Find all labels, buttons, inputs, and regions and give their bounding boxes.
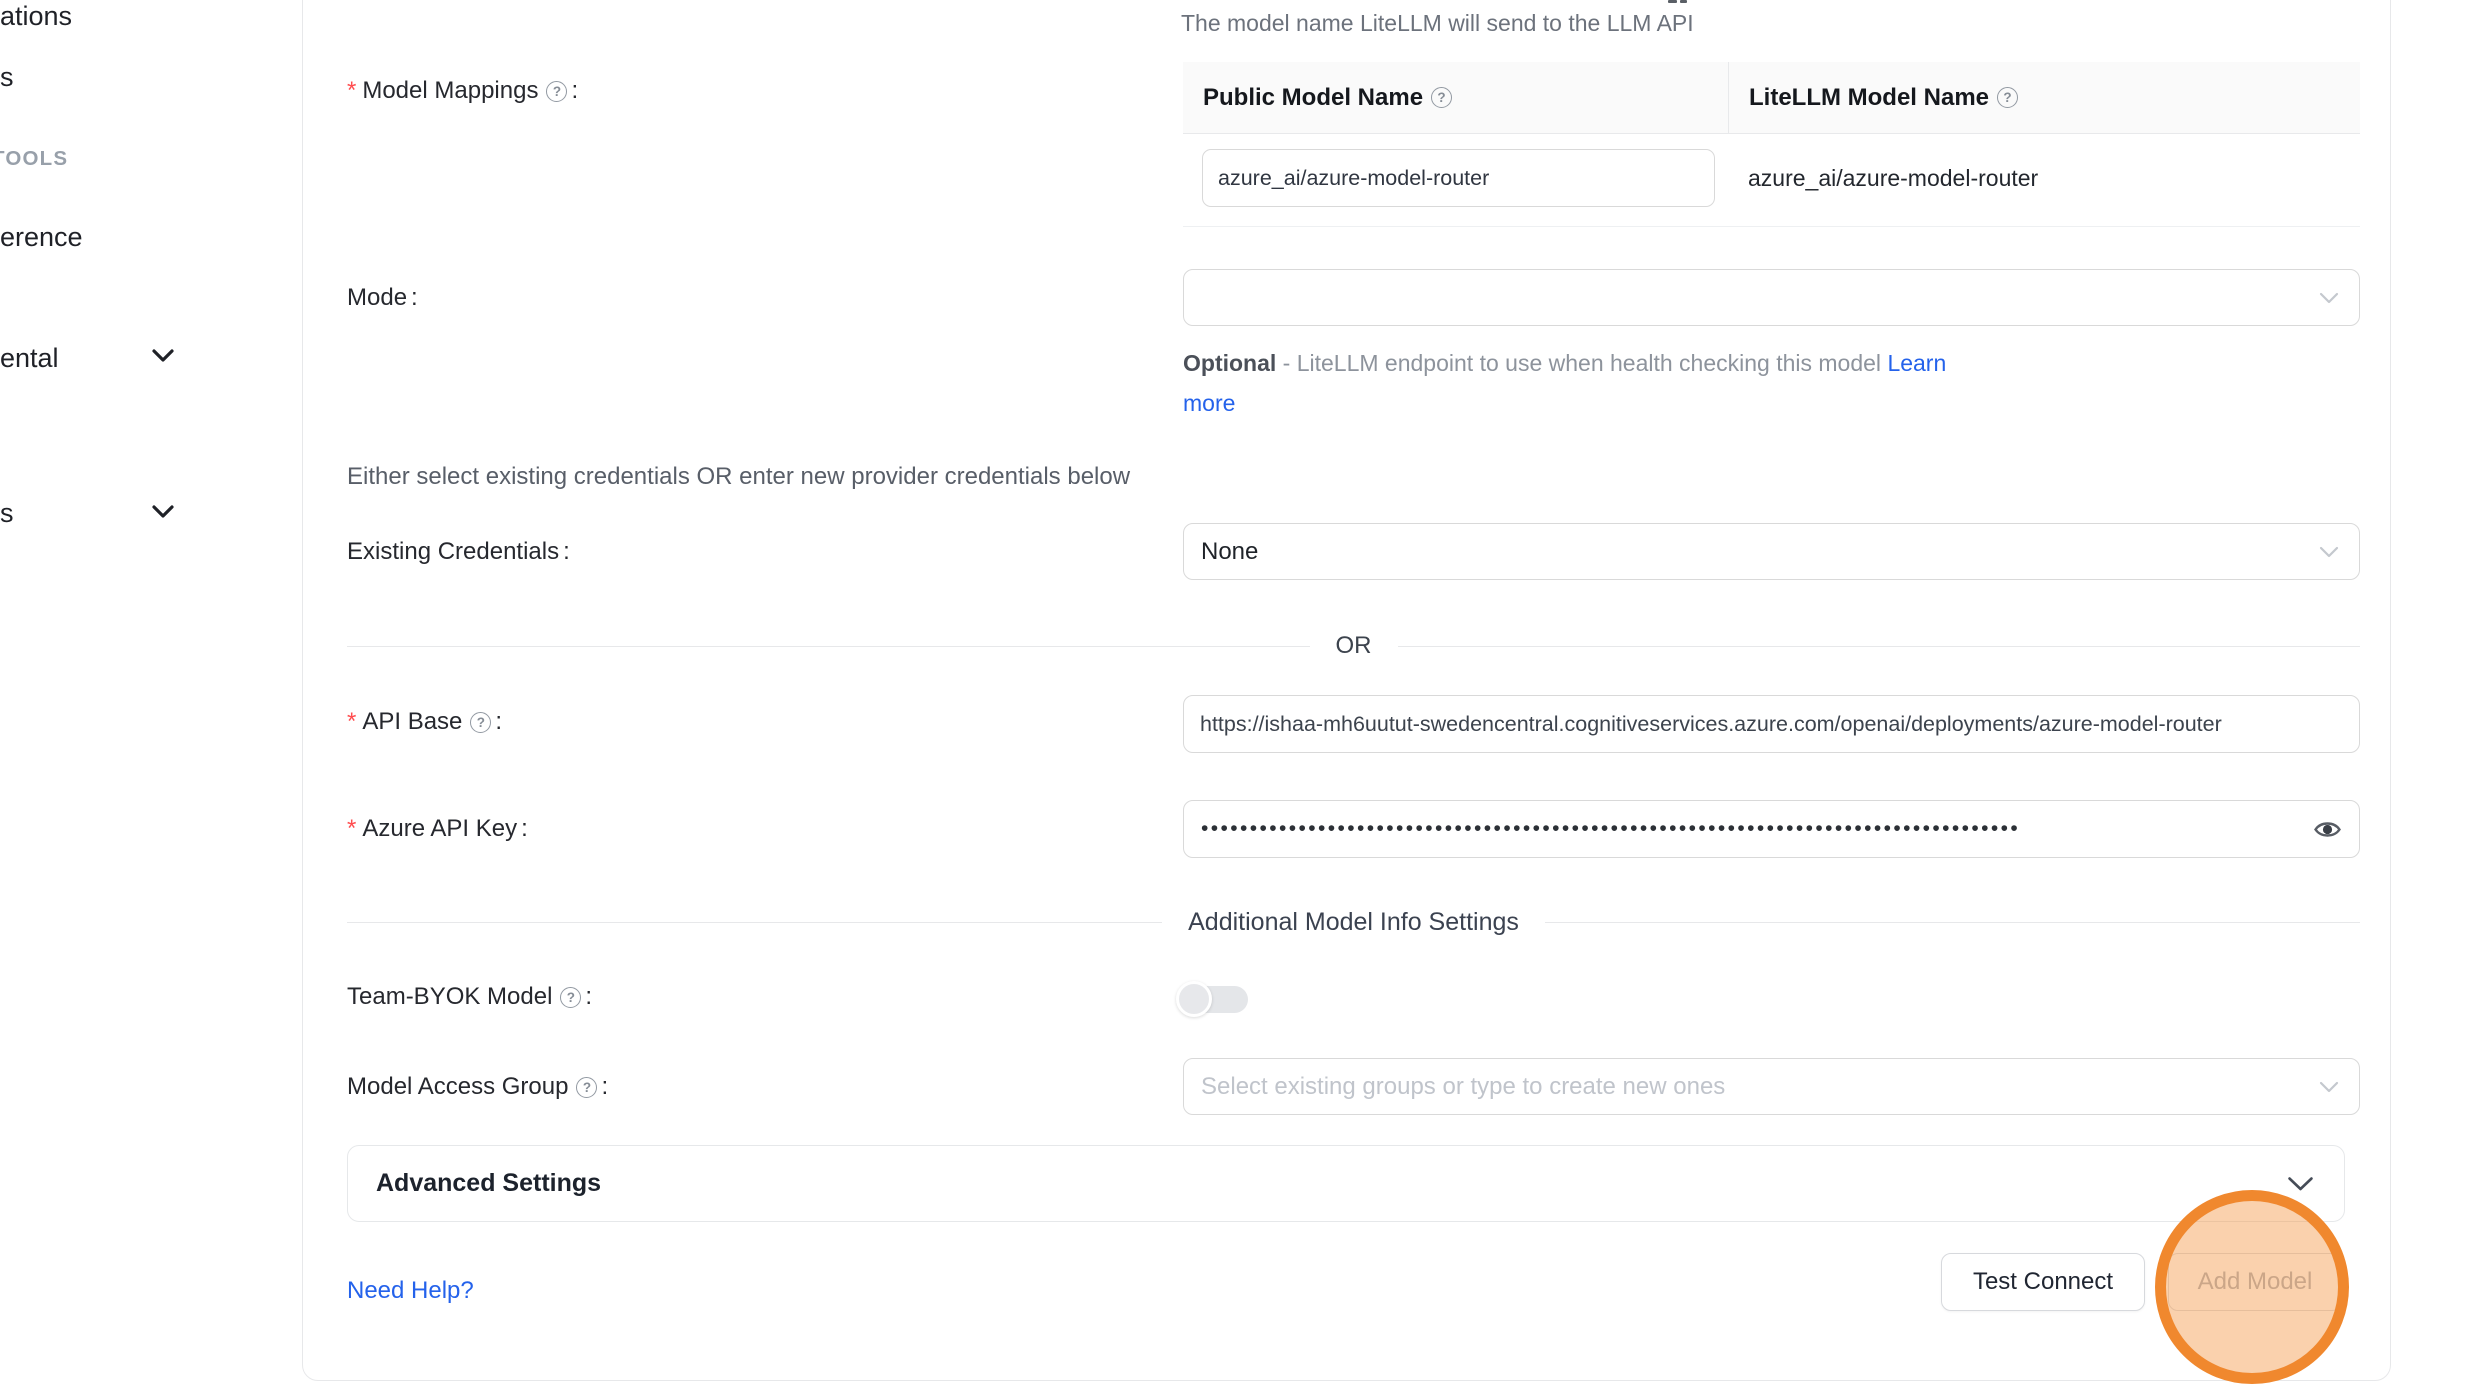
help-icon[interactable]: ?	[1997, 87, 2018, 108]
mode-select[interactable]	[1183, 269, 2360, 326]
api-base-input[interactable]	[1184, 712, 2359, 737]
eye-icon[interactable]	[2314, 819, 2341, 840]
table-row: azure_ai/azure-model-router	[1183, 134, 2360, 227]
help-icon[interactable]: ?	[560, 987, 581, 1008]
required-asterisk: *	[347, 77, 356, 105]
model-mappings-label: * Model Mappings ? :	[347, 77, 578, 105]
column-header-litellm-model-name: LiteLLM Model Name ?	[1728, 62, 2360, 133]
masked-api-key: ••••••••••••••••••••••••••••••••••••••••…	[1184, 817, 2314, 841]
sidebar-item-settings[interactable]: s	[0, 498, 14, 529]
clipped-text-fragment	[1680, 0, 1687, 3]
or-divider: OR	[347, 631, 2360, 661]
azure-api-key-label: * Azure API Key :	[347, 815, 528, 843]
team-byok-toggle-knob[interactable]	[1176, 981, 1212, 1017]
help-icon[interactable]: ?	[546, 81, 567, 102]
sidebar-item-organizations[interactable]: ations	[0, 1, 72, 32]
add-model-form-page: ations s TOOLS erence ental s The model …	[0, 0, 2477, 1385]
sidebar-section-tools: TOOLS	[0, 147, 68, 171]
required-asterisk: *	[347, 815, 356, 843]
existing-credentials-label: Existing Credentials:	[347, 538, 570, 566]
test-connect-button[interactable]: Test Connect	[1941, 1253, 2145, 1311]
need-help-link[interactable]: Need Help?	[347, 1277, 474, 1305]
chevron-down-icon	[2319, 1081, 2339, 1093]
mode-label: Mode:	[347, 284, 418, 312]
public-model-name-input[interactable]	[1203, 166, 1714, 191]
model-mappings-table-header: Public Model Name ? LiteLLM Model Name ?	[1183, 62, 2360, 134]
team-byok-label: Team-BYOK Model ? :	[347, 983, 592, 1011]
model-access-group-select[interactable]: Select existing groups or type to create…	[1183, 1058, 2360, 1115]
annotation-highlight-circle	[2155, 1190, 2349, 1384]
existing-credentials-select[interactable]: None	[1183, 523, 2360, 580]
advanced-settings-panel[interactable]: Advanced Settings	[347, 1145, 2345, 1222]
sidebar-item-reference[interactable]: erence	[0, 222, 83, 253]
azure-api-key-input[interactable]: ••••••••••••••••••••••••••••••••••••••••…	[1183, 800, 2360, 858]
chevron-down-icon[interactable]	[152, 505, 174, 519]
help-icon[interactable]: ?	[576, 1077, 597, 1098]
model-access-group-label: Model Access Group ? :	[347, 1073, 608, 1101]
chevron-down-icon	[2319, 292, 2339, 304]
chevron-down-icon	[2287, 1176, 2314, 1192]
credentials-note: Either select existing credentials OR en…	[347, 463, 1130, 491]
litellm-model-name-value: azure_ai/azure-model-router	[1748, 165, 2038, 192]
chevron-down-icon[interactable]	[152, 349, 174, 363]
litellm-model-name-helper: The model name LiteLLM will send to the …	[1181, 10, 1694, 37]
sidebar-item-experimental[interactable]: ental	[0, 343, 59, 374]
chevron-down-icon	[2319, 546, 2339, 558]
required-asterisk: *	[347, 708, 356, 736]
column-header-public-model-name: Public Model Name ?	[1183, 62, 1728, 133]
mode-helper-text: Optional - LiteLLM endpoint to use when …	[1183, 344, 1998, 423]
additional-settings-divider: Additional Model Info Settings	[347, 907, 2360, 937]
sidebar-item-1[interactable]: s	[0, 62, 14, 93]
help-icon[interactable]: ?	[1431, 87, 1452, 108]
api-base-input-wrap	[1183, 695, 2360, 753]
clipped-text-fragment	[1668, 0, 1677, 3]
help-icon[interactable]: ?	[470, 712, 491, 733]
api-base-label: * API Base ? :	[347, 708, 502, 736]
